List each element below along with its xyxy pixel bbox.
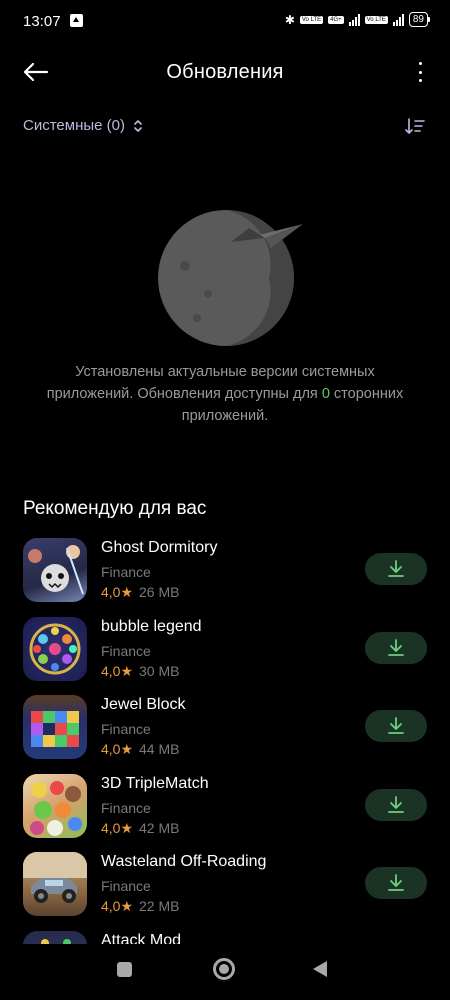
- app-rating: 4,0★: [101, 819, 134, 836]
- download-icon: [388, 874, 404, 891]
- app-name: 3D TripleMatch: [101, 774, 209, 792]
- sort-button[interactable]: [404, 116, 426, 138]
- download-icon: [388, 560, 404, 577]
- app-meta: 4,0★ 42 MB: [101, 820, 179, 837]
- app-category: Finance: [101, 721, 151, 737]
- app-icon-wasteland-off-roading: [23, 852, 87, 916]
- upload-notification-icon: [70, 14, 83, 27]
- more-vertical-icon: [418, 62, 422, 65]
- back-nav-button[interactable]: [313, 961, 327, 977]
- app-size: 44 MB: [139, 741, 180, 757]
- chevron-up-down-icon: [133, 119, 143, 133]
- status-indicators: ✱ Vo LTE 4G+ Vo LTE 89: [284, 12, 431, 27]
- recents-button[interactable]: [117, 962, 132, 977]
- sort-icon: [405, 118, 425, 134]
- moon-illustration: [158, 210, 303, 346]
- more-options-button[interactable]: [416, 60, 424, 84]
- download-icon: [388, 795, 404, 813]
- app-header: Обновления: [0, 50, 450, 94]
- dropdown-label: Системные (0): [23, 117, 125, 134]
- third-party-update-count: 0: [321, 386, 330, 402]
- app-rating: 4,0★: [101, 662, 134, 679]
- list-item[interactable]: 3D TripleMatch Finance 4,0★ 42 MB: [0, 772, 450, 851]
- list-item[interactable]: Wasteland Off-Roading Finance 4,0★ 22 MB: [0, 850, 450, 929]
- install-button[interactable]: [365, 788, 427, 821]
- app-icon-bubble-legend: [23, 616, 87, 681]
- app-rating: 4,0★: [101, 584, 134, 600]
- status-time: 13:07: [23, 13, 61, 30]
- filter-row: Системные (0): [0, 112, 450, 142]
- volte-badge-2: Vo LTE: [364, 15, 388, 24]
- app-name: bubble legend: [101, 617, 202, 635]
- recommendations-heading: Рекомендую для вас: [23, 498, 207, 519]
- install-button[interactable]: [365, 867, 427, 899]
- app-rating: 4,0★: [101, 898, 134, 914]
- app-meta: 4,0★ 22 MB: [101, 898, 179, 915]
- home-button[interactable]: [213, 958, 235, 980]
- page-title: Обновления: [166, 61, 284, 83]
- app-size: 42 MB: [139, 819, 180, 836]
- empty-state-message: Установлены актуальные версии системных …: [40, 361, 410, 427]
- recommended-apps-list: Ghost Dormitory Finance 4,0★ 26 MB bubbl…: [0, 536, 450, 1000]
- app-meta: 4,0★ 30 MB: [101, 663, 179, 680]
- app-meta: 4,0★ 26 MB: [101, 584, 179, 601]
- download-icon: [388, 638, 404, 656]
- app-size: 26 MB: [139, 584, 180, 600]
- install-button[interactable]: [365, 631, 427, 664]
- bluetooth-icon: ✱: [284, 12, 295, 27]
- signal-icon-2: [392, 13, 404, 26]
- list-item[interactable]: Jewel Block Finance 4,0★ 44 MB: [0, 693, 450, 772]
- app-category: Finance: [101, 799, 151, 816]
- battery-indicator: 89: [408, 12, 431, 27]
- app-name: Wasteland Off-Roading: [101, 853, 267, 870]
- system-apps-dropdown[interactable]: Системные (0): [23, 117, 143, 134]
- install-button[interactable]: [365, 710, 427, 742]
- app-category: Finance: [101, 878, 151, 894]
- app-category: Finance: [101, 564, 151, 580]
- app-icon-jewel-block: [23, 695, 87, 759]
- list-item[interactable]: Ghost Dormitory Finance 4,0★ 26 MB: [0, 536, 450, 615]
- list-item[interactable]: bubble legend Finance 4,0★ 30 MB: [0, 615, 450, 694]
- status-bar: 13:07 ✱ Vo LTE 4G+ Vo LTE 89: [0, 0, 450, 44]
- network-4g-badge: 4G+: [328, 15, 344, 24]
- app-name: Jewel Block: [101, 696, 186, 713]
- app-size: 22 MB: [139, 898, 180, 914]
- volte-badge-1: Vo LTE: [299, 15, 324, 24]
- app-name: Ghost Dormitory: [101, 539, 218, 556]
- download-icon: [388, 717, 404, 734]
- app-category: Finance: [101, 642, 151, 659]
- app-meta: 4,0★ 44 MB: [101, 741, 179, 758]
- app-size: 30 MB: [139, 662, 180, 679]
- signal-icon-1: [348, 13, 360, 26]
- app-icon-ghost-dormitory: [23, 538, 87, 602]
- system-navigation-bar: [0, 944, 450, 1000]
- app-icon-3d-triplematch: [23, 773, 87, 838]
- install-button[interactable]: [365, 553, 427, 585]
- app-rating: 4,0★: [101, 741, 134, 757]
